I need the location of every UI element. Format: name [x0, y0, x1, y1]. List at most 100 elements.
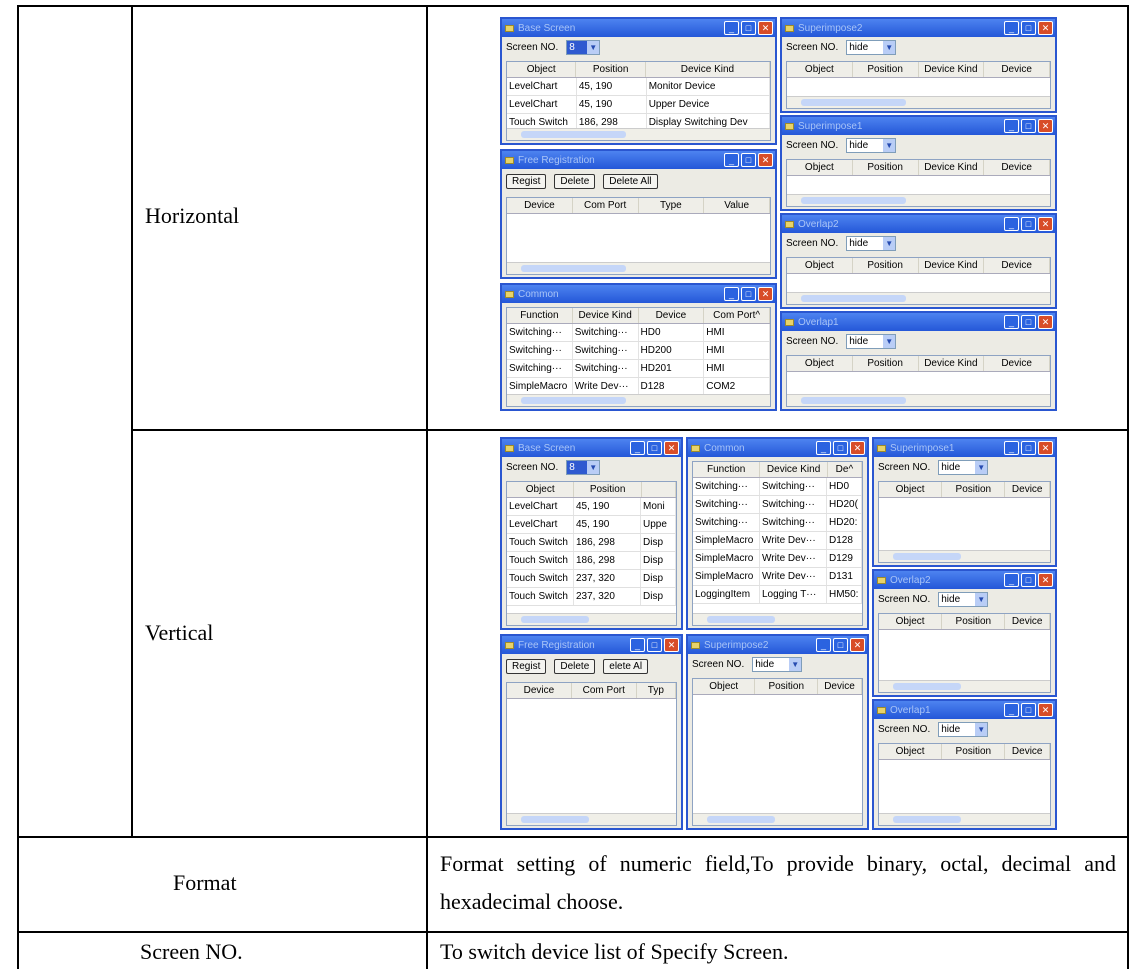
table-row[interactable]: Touch Switch 237, 320 Disp	[507, 570, 676, 588]
screen-no-select[interactable]: hide ▼	[938, 591, 989, 607]
screen-no-select[interactable]: hide ▼	[938, 459, 989, 475]
folder-icon	[505, 24, 514, 32]
table-row[interactable]: SimpleMacro Write Dev··· D131	[693, 568, 862, 586]
screen-no-select[interactable]: hide ▼	[846, 39, 897, 55]
horizontal-scrollbar[interactable]	[787, 394, 1050, 406]
screen-no-select[interactable]: hide ▼	[846, 137, 897, 153]
regist-button[interactable]: Regist	[506, 173, 547, 189]
close-icon[interactable]: ✕	[758, 287, 773, 301]
horizontal-scrollbar[interactable]	[787, 194, 1050, 206]
table-row[interactable]: Switching··· Switching··· HD201 HMI	[507, 360, 770, 378]
maximize-icon[interactable]: □	[833, 638, 848, 652]
close-icon[interactable]: ✕	[758, 21, 773, 35]
maximize-icon[interactable]: □	[1021, 119, 1036, 133]
screen-no-select[interactable]: hide ▼	[846, 235, 897, 251]
table-row[interactable]: Touch Switch 186, 298 Disp	[507, 552, 676, 570]
chevron-down-icon: ▼	[883, 138, 896, 152]
delete-button[interactable]: Delete	[554, 173, 596, 189]
minimize-icon[interactable]: _	[630, 441, 645, 455]
maximize-icon[interactable]: □	[833, 441, 848, 455]
minimize-icon[interactable]: _	[816, 638, 831, 652]
minimize-icon[interactable]: _	[1004, 315, 1019, 329]
maximize-icon[interactable]: □	[741, 153, 756, 167]
close-icon[interactable]: ✕	[1038, 441, 1053, 455]
horizontal-scrollbar[interactable]	[693, 813, 862, 825]
delete-all-button[interactable]: elete Al	[603, 658, 649, 674]
horizontal-scrollbar[interactable]	[787, 96, 1050, 108]
horizontal-scrollbar[interactable]	[787, 292, 1050, 304]
horizontal-scrollbar[interactable]	[879, 680, 1050, 692]
maximize-icon[interactable]: □	[1021, 703, 1036, 717]
minimize-icon[interactable]: _	[1004, 21, 1019, 35]
table-row[interactable]: Switching··· Switching··· HD20:	[693, 514, 862, 532]
minimize-icon[interactable]: _	[724, 21, 739, 35]
screen-no-select[interactable]: hide ▼	[938, 721, 989, 737]
close-icon[interactable]: ✕	[758, 153, 773, 167]
minimize-icon[interactable]: _	[1004, 119, 1019, 133]
table-row[interactable]: LevelChart 45, 190 Upper Device	[507, 96, 770, 114]
table-row[interactable]: Switching··· Switching··· HD0	[693, 478, 862, 496]
horizontal-scrollbar[interactable]	[879, 550, 1050, 562]
minimize-icon[interactable]: _	[724, 287, 739, 301]
close-icon[interactable]: ✕	[1038, 315, 1053, 329]
table-row[interactable]: LoggingItem Logging T··· HM50:	[693, 586, 862, 604]
chevron-down-icon: ▼	[789, 657, 802, 671]
table-row[interactable]: Switching··· Switching··· HD200 HMI	[507, 342, 770, 360]
horizontal-scrollbar[interactable]	[879, 813, 1050, 825]
table-row[interactable]: LevelChart 45, 190 Uppe	[507, 516, 676, 534]
table-row[interactable]: SimpleMacro Write Dev··· D128	[693, 532, 862, 550]
close-icon[interactable]: ✕	[850, 638, 865, 652]
device-grid: Object Position Device	[878, 613, 1051, 693]
minimize-icon[interactable]: _	[630, 638, 645, 652]
maximize-icon[interactable]: □	[1021, 573, 1036, 587]
table-row[interactable]: LevelChart 45, 190 Moni	[507, 498, 676, 516]
minimize-icon[interactable]: _	[816, 441, 831, 455]
maximize-icon[interactable]: □	[741, 287, 756, 301]
format-label: Format	[173, 870, 237, 895]
minimize-icon[interactable]: _	[1004, 217, 1019, 231]
maximize-icon[interactable]: □	[647, 441, 662, 455]
row-divider-format-screen	[17, 931, 1129, 933]
close-icon[interactable]: ✕	[1038, 573, 1053, 587]
table-row[interactable]: Switching··· Switching··· HD20(	[693, 496, 862, 514]
close-icon[interactable]: ✕	[664, 441, 679, 455]
screen-no-select[interactable]: 8 ▼	[566, 459, 601, 475]
close-icon[interactable]: ✕	[1038, 119, 1053, 133]
close-icon[interactable]: ✕	[664, 638, 679, 652]
maximize-icon[interactable]: □	[1021, 315, 1036, 329]
screen-no-select[interactable]: hide ▼	[846, 333, 897, 349]
screen-no-select[interactable]: 8 ▼	[566, 39, 601, 55]
maximize-icon[interactable]: □	[1021, 217, 1036, 231]
close-icon[interactable]: ✕	[1038, 21, 1053, 35]
close-icon[interactable]: ✕	[850, 441, 865, 455]
horizontal-scrollbar[interactable]	[507, 613, 676, 625]
delete-all-button[interactable]: Delete All	[603, 173, 658, 189]
horizontal-scrollbar[interactable]	[507, 262, 770, 274]
regist-button[interactable]: Regist	[506, 658, 547, 674]
maximize-icon[interactable]: □	[1021, 21, 1036, 35]
overlap1-window-h: Overlap1 _ □ ✕ Screen NO. hide ▼ Object Positi…	[780, 311, 1057, 411]
delete-button[interactable]: Delete	[554, 658, 596, 674]
table-row[interactable]: SimpleMacro Write Dev··· D129	[693, 550, 862, 568]
table-row[interactable]: Touch Switch 237, 320 Disp	[507, 588, 676, 606]
minimize-icon[interactable]: _	[724, 153, 739, 167]
maximize-icon[interactable]: □	[647, 638, 662, 652]
table-row[interactable]: Touch Switch 186, 298 Disp	[507, 534, 676, 552]
horizontal-scrollbar[interactable]	[693, 613, 862, 625]
table-row[interactable]: LevelChart 45, 190 Monitor Device	[507, 78, 770, 96]
minimize-icon[interactable]: _	[1004, 573, 1019, 587]
screen-no-select[interactable]: hide ▼	[752, 656, 803, 672]
maximize-icon[interactable]: □	[741, 21, 756, 35]
close-icon[interactable]: ✕	[1038, 703, 1053, 717]
table-row[interactable]: Switching··· Switching··· HD0 HMI	[507, 324, 770, 342]
close-icon[interactable]: ✕	[1038, 217, 1053, 231]
folder-icon	[785, 122, 794, 130]
device-grid: Object Position Device Kind Device	[786, 355, 1051, 407]
minimize-icon[interactable]: _	[1004, 703, 1019, 717]
horizontal-scrollbar[interactable]	[507, 394, 770, 406]
maximize-icon[interactable]: □	[1021, 441, 1036, 455]
folder-icon	[785, 318, 794, 326]
horizontal-scrollbar[interactable]	[507, 813, 676, 825]
minimize-icon[interactable]: _	[1004, 441, 1019, 455]
horizontal-scrollbar[interactable]	[507, 128, 770, 140]
